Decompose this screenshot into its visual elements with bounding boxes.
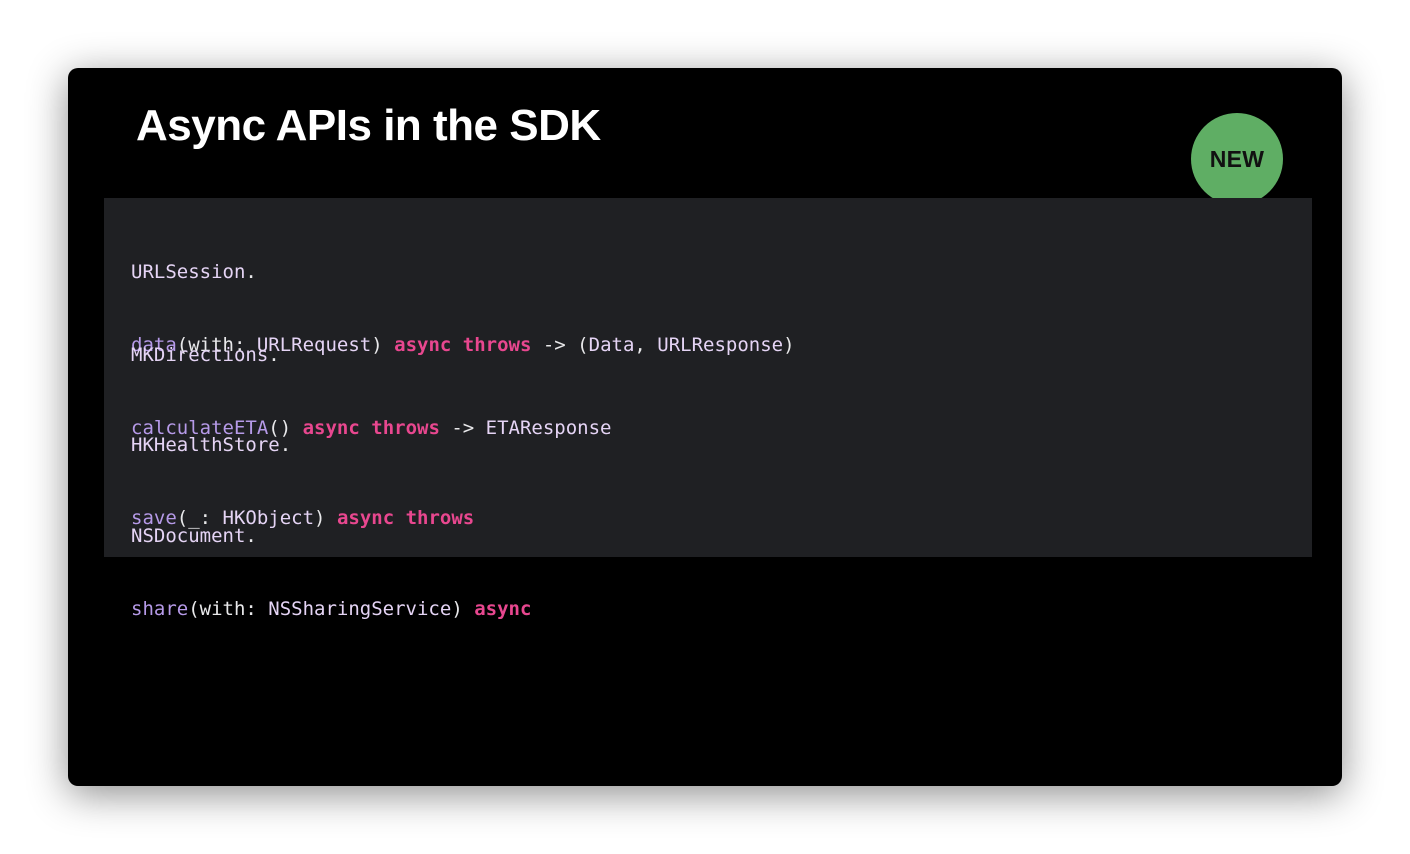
code-token-plain: .: [245, 525, 257, 547]
code-token-type: NSDocument: [131, 525, 246, 547]
code-token-type: URLResponse: [657, 334, 784, 356]
code-token-plain: ): [783, 334, 795, 356]
code-token-plain: .: [279, 434, 292, 456]
code-token-plain: .: [245, 261, 257, 283]
code-line: HKHealthStore.: [131, 432, 474, 458]
code-line: share(with: NSSharingService) async: [131, 596, 531, 622]
code-line: NSDocument.: [131, 523, 531, 549]
code-token-plain: ,: [634, 334, 658, 356]
code-token-type: ETAResponse: [485, 417, 612, 439]
code-token-method: share: [131, 598, 189, 620]
code-panel: URLSession. data(with: URLRequest) async…: [104, 198, 1312, 620]
code-token-type: HKHealthStore: [131, 434, 280, 456]
code-token-kw: async: [474, 598, 532, 620]
code-block-nsdocument: NSDocument. share(with: NSSharingService…: [131, 479, 531, 666]
code-token-type: URLSession: [131, 261, 246, 283]
slide: Async APIs in the SDK NEW URLSession. da…: [68, 68, 1342, 786]
code-token-plain: ): [451, 598, 475, 620]
code-token-type: MKDirections: [131, 344, 269, 366]
slide-title: Async APIs in the SDK: [136, 101, 601, 150]
code-token-plain: .: [268, 344, 280, 366]
code-line: MKDirections.: [131, 342, 612, 368]
code-token-plain: (with:: [188, 598, 269, 620]
code-token-type: NSSharingService: [268, 598, 452, 620]
code-line: URLSession.: [131, 259, 795, 285]
new-badge: NEW: [1191, 113, 1283, 205]
